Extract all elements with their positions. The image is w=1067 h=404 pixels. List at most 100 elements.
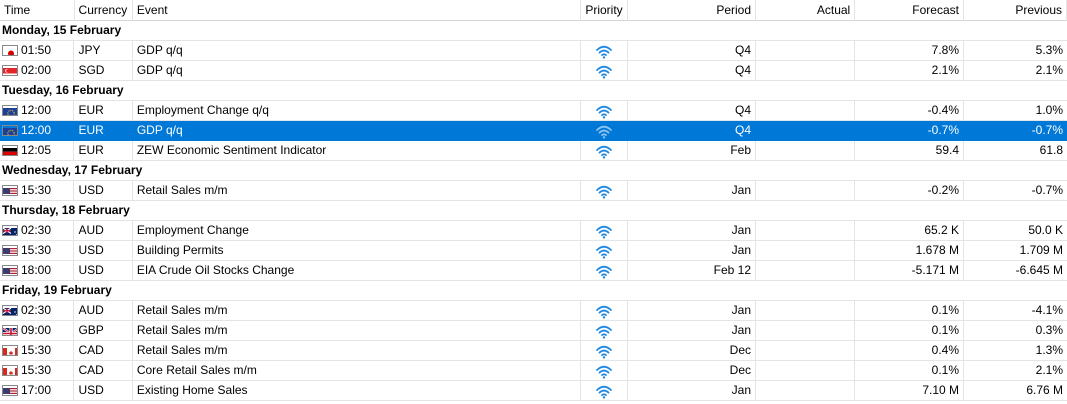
event-cell: Employment Change q/q xyxy=(132,101,581,121)
previous-cell: -0.7% xyxy=(964,181,1067,201)
priority-cell xyxy=(580,341,629,361)
ca-flag-icon xyxy=(2,345,18,356)
period-cell: Jan xyxy=(628,221,757,241)
forecast-cell: 0.1% xyxy=(855,321,965,341)
time-cell: 15:30 xyxy=(0,361,75,381)
au-flag-icon xyxy=(2,305,18,316)
table-row[interactable]: 15:30 CAD Retail Sales m/m Dec 0.4% 1.3% xyxy=(0,341,1067,361)
column-header-actual[interactable]: Actual xyxy=(756,0,856,21)
forecast-cell: 65.2 K xyxy=(855,221,965,241)
table-row-selected[interactable]: 12:00 EUR GDP q/q Q4 -0.7% -0.7% xyxy=(0,121,1067,141)
previous-cell: 2.1% xyxy=(964,61,1067,81)
currency-cell: AUD xyxy=(74,301,133,321)
table-row[interactable]: 15:30 CAD Core Retail Sales m/m Dec 0.1%… xyxy=(0,361,1067,381)
column-header-period[interactable]: Period xyxy=(628,0,756,21)
table-row[interactable]: 09:00 GBP Retail Sales m/m Jan 0.1% 0.3% xyxy=(0,321,1067,341)
wifi-icon xyxy=(596,225,612,239)
table-row[interactable]: 12:00 EUR Employment Change q/q Q4 -0.4%… xyxy=(0,101,1067,121)
time-cell: 12:05 xyxy=(0,141,75,161)
event-cell: Employment Change xyxy=(132,221,581,241)
table-row[interactable]: 02:30 AUD Employment Change Jan 65.2 K 5… xyxy=(0,221,1067,241)
currency-cell: CAD xyxy=(74,341,133,361)
actual-cell xyxy=(756,381,856,401)
column-header-time[interactable]: Time xyxy=(0,0,75,21)
time-value: 02:30 xyxy=(21,303,52,317)
currency-cell: EUR xyxy=(74,121,133,141)
date-group-header: Thursday, 18 February xyxy=(0,201,1067,221)
time-cell: 12:00 xyxy=(0,101,75,121)
actual-cell xyxy=(756,121,856,141)
column-header-currency[interactable]: Currency xyxy=(75,0,133,21)
priority-cell xyxy=(580,261,629,281)
previous-cell: 61.8 xyxy=(964,141,1067,161)
time-cell: 17:00 xyxy=(0,381,75,401)
period-cell: Jan xyxy=(628,301,757,321)
actual-cell xyxy=(756,221,856,241)
column-header-priority[interactable]: Priority xyxy=(581,0,629,21)
event-cell: Retail Sales m/m xyxy=(132,181,581,201)
time-value: 17:00 xyxy=(21,383,52,397)
gb-flag-icon xyxy=(2,325,18,336)
previous-cell: 1.0% xyxy=(964,101,1067,121)
us-flag-icon xyxy=(2,185,18,196)
priority-cell xyxy=(580,121,629,141)
table-row[interactable]: 02:00 SGD GDP q/q Q4 2.1% 2.1% xyxy=(0,61,1067,81)
time-cell: 09:00 xyxy=(0,321,75,341)
us-flag-icon xyxy=(2,265,18,276)
time-value: 15:30 xyxy=(21,343,52,357)
period-cell: Feb xyxy=(628,141,757,161)
time-cell: 01:50 xyxy=(0,41,75,61)
forecast-cell: -0.7% xyxy=(855,121,965,141)
period-cell: Dec xyxy=(628,341,757,361)
wifi-icon xyxy=(596,365,612,379)
time-value: 02:00 xyxy=(21,63,52,77)
forecast-cell: 1.678 M xyxy=(855,241,965,261)
currency-cell: USD xyxy=(74,381,133,401)
column-header-event[interactable]: Event xyxy=(133,0,581,21)
currency-cell: AUD xyxy=(74,221,133,241)
time-cell: 15:30 xyxy=(0,181,75,201)
date-group-header: Wednesday, 17 February xyxy=(0,161,1067,181)
priority-cell xyxy=(580,361,629,381)
priority-cell xyxy=(580,241,629,261)
time-cell: 12:00 xyxy=(0,121,75,141)
us-flag-icon xyxy=(2,245,18,256)
time-value: 02:30 xyxy=(21,223,52,237)
table-row[interactable]: 15:30 USD Building Permits Jan 1.678 M 1… xyxy=(0,241,1067,261)
table-row[interactable]: 18:00 USD EIA Crude Oil Stocks Change Fe… xyxy=(0,261,1067,281)
table-body: Monday, 15 February 01:50 JPY GDP q/q Q4… xyxy=(0,21,1067,401)
table-row[interactable]: 02:30 AUD Retail Sales m/m Jan 0.1% -4.1… xyxy=(0,301,1067,321)
previous-cell: -4.1% xyxy=(964,301,1067,321)
actual-cell xyxy=(756,61,856,81)
wifi-icon xyxy=(596,125,612,139)
wifi-icon xyxy=(596,245,612,259)
time-value: 15:30 xyxy=(21,243,52,257)
table-row[interactable]: 01:50 JPY GDP q/q Q4 7.8% 5.3% xyxy=(0,41,1067,61)
forecast-cell: 0.4% xyxy=(855,341,965,361)
wifi-icon xyxy=(596,305,612,319)
time-value: 18:00 xyxy=(21,263,52,277)
table-row[interactable]: 12:05 EUR ZEW Economic Sentiment Indicat… xyxy=(0,141,1067,161)
time-value: 09:00 xyxy=(21,323,52,337)
previous-cell: 0.3% xyxy=(964,321,1067,341)
event-cell: ZEW Economic Sentiment Indicator xyxy=(132,141,581,161)
period-cell: Jan xyxy=(628,241,757,261)
forecast-cell: -0.2% xyxy=(855,181,965,201)
actual-cell xyxy=(756,321,856,341)
priority-cell xyxy=(580,301,629,321)
column-header-forecast[interactable]: Forecast xyxy=(855,0,964,21)
economic-calendar-table: Time Currency Event Priority Period Actu… xyxy=(0,0,1067,401)
au-flag-icon xyxy=(2,225,18,236)
time-cell: 18:00 xyxy=(0,261,75,281)
period-cell: Feb 12 xyxy=(628,261,757,281)
column-header-previous[interactable]: Previous xyxy=(964,0,1067,21)
actual-cell xyxy=(756,301,856,321)
priority-cell xyxy=(580,381,629,401)
table-row[interactable]: 17:00 USD Existing Home Sales Jan 7.10 M… xyxy=(0,381,1067,401)
time-value: 15:30 xyxy=(21,183,52,197)
event-cell: GDP q/q xyxy=(132,121,581,141)
forecast-cell: 2.1% xyxy=(855,61,965,81)
us-flag-icon xyxy=(2,385,18,396)
event-cell: Retail Sales m/m xyxy=(132,301,581,321)
table-row[interactable]: 15:30 USD Retail Sales m/m Jan -0.2% -0.… xyxy=(0,181,1067,201)
